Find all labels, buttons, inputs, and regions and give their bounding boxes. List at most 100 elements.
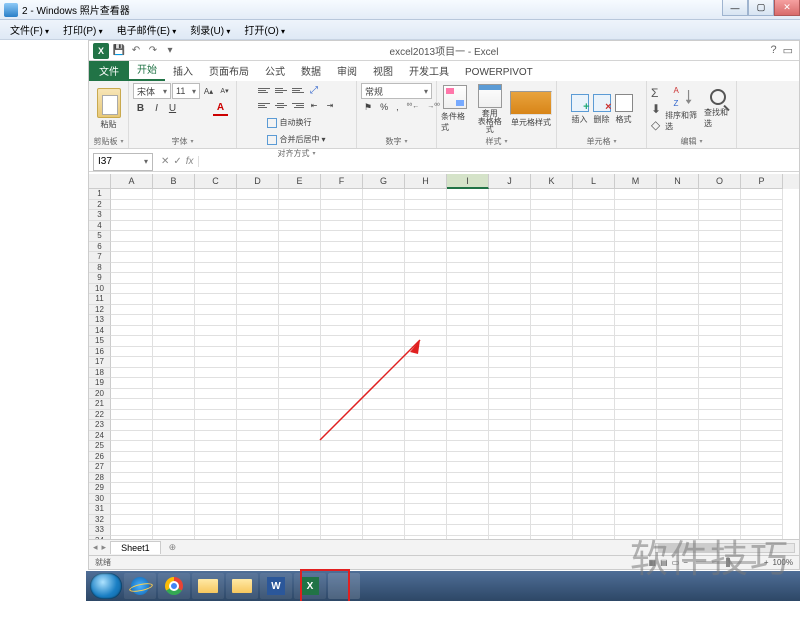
row-header[interactable]: 9 bbox=[89, 273, 111, 284]
cell[interactable] bbox=[531, 378, 573, 389]
cell[interactable] bbox=[195, 252, 237, 263]
cell[interactable] bbox=[363, 326, 405, 337]
cell[interactable] bbox=[741, 273, 783, 284]
cell[interactable] bbox=[153, 263, 195, 274]
cell[interactable] bbox=[573, 231, 615, 242]
cell[interactable] bbox=[237, 315, 279, 326]
cell[interactable] bbox=[237, 242, 279, 253]
row-header[interactable]: 30 bbox=[89, 494, 111, 505]
tab-formulas[interactable]: 公式 bbox=[257, 60, 293, 81]
cell[interactable] bbox=[405, 410, 447, 421]
cell[interactable] bbox=[195, 389, 237, 400]
cell[interactable] bbox=[405, 231, 447, 242]
cell[interactable] bbox=[237, 326, 279, 337]
cell[interactable] bbox=[321, 284, 363, 295]
cell[interactable] bbox=[237, 515, 279, 526]
cell[interactable] bbox=[741, 231, 783, 242]
cell[interactable] bbox=[279, 357, 321, 368]
cell[interactable] bbox=[237, 431, 279, 442]
cell[interactable] bbox=[363, 494, 405, 505]
comma-format-button[interactable]: , bbox=[393, 101, 402, 114]
cell[interactable] bbox=[489, 357, 531, 368]
insert-function-button[interactable]: fx bbox=[186, 156, 194, 167]
cell[interactable] bbox=[321, 494, 363, 505]
cell[interactable] bbox=[615, 221, 657, 232]
cell[interactable] bbox=[405, 515, 447, 526]
cell[interactable] bbox=[405, 494, 447, 505]
qat-redo-button[interactable]: ↷ bbox=[146, 44, 160, 58]
bold-button[interactable]: B bbox=[133, 101, 148, 116]
cell[interactable] bbox=[363, 420, 405, 431]
cell[interactable] bbox=[573, 347, 615, 358]
cell[interactable] bbox=[153, 210, 195, 221]
row-header[interactable]: 31 bbox=[89, 504, 111, 515]
cell[interactable] bbox=[699, 431, 741, 442]
cell[interactable] bbox=[279, 273, 321, 284]
increase-indent-button[interactable]: ⇥ bbox=[323, 98, 338, 113]
cell[interactable] bbox=[405, 357, 447, 368]
cell[interactable] bbox=[573, 210, 615, 221]
cell[interactable] bbox=[699, 252, 741, 263]
cell[interactable] bbox=[111, 315, 153, 326]
cell[interactable] bbox=[111, 200, 153, 211]
tab-file[interactable]: 文件 bbox=[89, 60, 129, 81]
cell[interactable] bbox=[573, 326, 615, 337]
cell[interactable] bbox=[153, 378, 195, 389]
cell[interactable] bbox=[321, 242, 363, 253]
cell[interactable] bbox=[195, 525, 237, 536]
cell[interactable] bbox=[279, 252, 321, 263]
cell[interactable] bbox=[279, 326, 321, 337]
cell[interactable] bbox=[489, 305, 531, 316]
cell[interactable] bbox=[153, 431, 195, 442]
cell[interactable] bbox=[321, 347, 363, 358]
row-header[interactable]: 16 bbox=[89, 347, 111, 358]
cell[interactable] bbox=[531, 368, 573, 379]
taskbar-word[interactable]: W bbox=[260, 573, 292, 599]
cell[interactable] bbox=[657, 483, 699, 494]
cell[interactable] bbox=[237, 210, 279, 221]
cell[interactable] bbox=[111, 221, 153, 232]
font-size-dropdown[interactable]: 11 bbox=[172, 83, 200, 99]
row-header[interactable]: 11 bbox=[89, 294, 111, 305]
cell[interactable] bbox=[573, 525, 615, 536]
cell[interactable] bbox=[279, 462, 321, 473]
cell[interactable] bbox=[111, 494, 153, 505]
cell[interactable] bbox=[405, 305, 447, 316]
cell[interactable] bbox=[741, 483, 783, 494]
cell[interactable] bbox=[615, 263, 657, 274]
cell[interactable] bbox=[489, 294, 531, 305]
underline-button[interactable]: U bbox=[165, 101, 180, 116]
cell[interactable] bbox=[657, 504, 699, 515]
help-button[interactable]: ? bbox=[770, 44, 776, 57]
cell[interactable] bbox=[279, 305, 321, 316]
cell[interactable] bbox=[279, 410, 321, 421]
menu-print[interactable]: 打印(P) bbox=[57, 20, 109, 39]
cell[interactable] bbox=[447, 378, 489, 389]
cell[interactable] bbox=[237, 389, 279, 400]
cell[interactable] bbox=[321, 410, 363, 421]
conditional-formatting-button[interactable]: 条件格式 bbox=[441, 85, 470, 133]
cell[interactable] bbox=[321, 263, 363, 274]
cell[interactable] bbox=[741, 326, 783, 337]
cell[interactable] bbox=[405, 378, 447, 389]
cell[interactable] bbox=[405, 221, 447, 232]
cell[interactable] bbox=[279, 473, 321, 484]
qat-save-button[interactable]: 💾 bbox=[112, 44, 126, 58]
column-header[interactable]: M bbox=[615, 174, 657, 189]
cell[interactable] bbox=[657, 221, 699, 232]
cell[interactable] bbox=[321, 210, 363, 221]
fill-color-button[interactable] bbox=[197, 101, 212, 116]
cell[interactable] bbox=[237, 357, 279, 368]
cell[interactable] bbox=[405, 431, 447, 442]
row-header[interactable]: 29 bbox=[89, 483, 111, 494]
cell[interactable] bbox=[615, 473, 657, 484]
cell[interactable] bbox=[153, 242, 195, 253]
row-header[interactable]: 27 bbox=[89, 462, 111, 473]
cell[interactable] bbox=[699, 336, 741, 347]
cell[interactable] bbox=[111, 462, 153, 473]
column-header[interactable]: A bbox=[111, 174, 153, 189]
cell[interactable] bbox=[447, 200, 489, 211]
cell[interactable] bbox=[363, 378, 405, 389]
cell[interactable] bbox=[573, 441, 615, 452]
cell[interactable] bbox=[153, 284, 195, 295]
